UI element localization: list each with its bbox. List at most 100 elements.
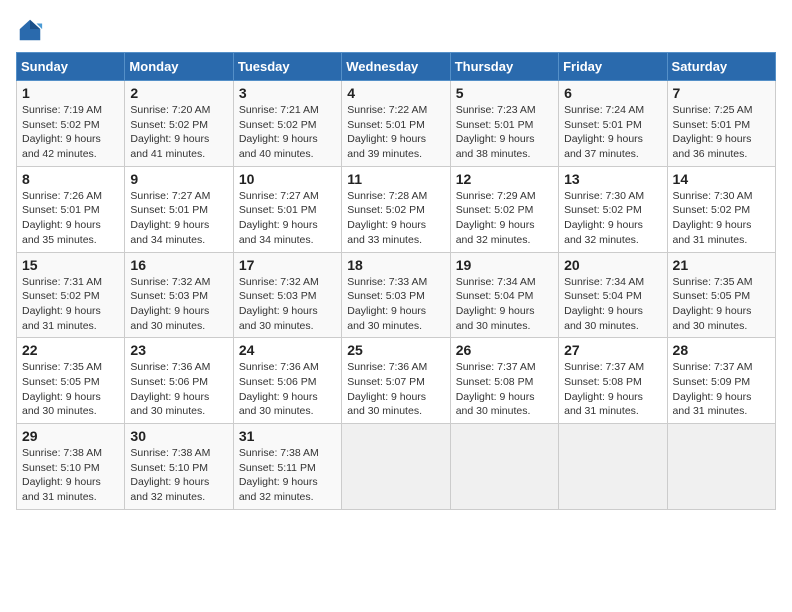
day-number: 15 [22, 257, 119, 273]
calendar-day-cell: 31 Sunrise: 7:38 AMSunset: 5:11 PMDayligh… [233, 424, 341, 510]
calendar-day-cell: 23 Sunrise: 7:36 AMSunset: 5:06 PMDayligh… [125, 338, 233, 424]
calendar-day-cell: 13 Sunrise: 7:30 AMSunset: 5:02 PMDayligh… [559, 166, 667, 252]
calendar-day-cell: 12 Sunrise: 7:29 AMSunset: 5:02 PMDayligh… [450, 166, 558, 252]
calendar-day-cell: 28 Sunrise: 7:37 AMSunset: 5:09 PMDayligh… [667, 338, 775, 424]
day-info: Sunrise: 7:25 AMSunset: 5:01 PMDaylight:… [673, 103, 770, 162]
logo-icon [16, 16, 44, 44]
calendar-day-cell: 8Sunrise: 7:26 AMSunset: 5:01 PMDaylight… [17, 166, 125, 252]
calendar-day-cell: 1 Sunrise: 7:19 AMSunset: 5:02 PMDaylight… [17, 81, 125, 167]
calendar-day-cell: 14 Sunrise: 7:30 AMSunset: 5:02 PMDayligh… [667, 166, 775, 252]
day-number: 29 [22, 428, 119, 444]
day-number: 21 [673, 257, 770, 273]
day-info: Sunrise: 7:36 AMSunset: 5:06 PMDaylight:… [239, 360, 336, 419]
calendar-day-cell [450, 424, 558, 510]
calendar-day-cell: 22Sunrise: 7:35 AMSunset: 5:05 PMDayligh… [17, 338, 125, 424]
calendar-day-cell: 20Sunrise: 7:34 AMSunset: 5:04 PMDayligh… [559, 252, 667, 338]
day-info: Sunrise: 7:27 AMSunset: 5:01 PMDaylight:… [130, 189, 227, 248]
day-number: 25 [347, 342, 444, 358]
calendar-day-cell: 3 Sunrise: 7:21 AMSunset: 5:02 PMDaylight… [233, 81, 341, 167]
day-info: Sunrise: 7:31 AMSunset: 5:02 PMDaylight:… [22, 275, 119, 334]
calendar-week-row: 1 Sunrise: 7:19 AMSunset: 5:02 PMDaylight… [17, 81, 776, 167]
day-info: Sunrise: 7:21 AMSunset: 5:02 PMDaylight:… [239, 103, 336, 162]
calendar-table: SundayMondayTuesdayWednesdayThursdayFrid… [16, 52, 776, 510]
calendar-week-row: 22Sunrise: 7:35 AMSunset: 5:05 PMDayligh… [17, 338, 776, 424]
day-number: 12 [456, 171, 553, 187]
calendar-week-row: 8Sunrise: 7:26 AMSunset: 5:01 PMDaylight… [17, 166, 776, 252]
day-info: Sunrise: 7:27 AMSunset: 5:01 PMDaylight:… [239, 189, 336, 248]
calendar-day-cell: 16 Sunrise: 7:32 AMSunset: 5:03 PMDayligh… [125, 252, 233, 338]
day-number: 1 [22, 85, 119, 101]
day-info: Sunrise: 7:38 AMSunset: 5:11 PMDaylight:… [239, 446, 336, 505]
weekday-header: Sunday [17, 53, 125, 81]
calendar-day-cell: 18Sunrise: 7:33 AMSunset: 5:03 PMDayligh… [342, 252, 450, 338]
calendar-day-cell [667, 424, 775, 510]
calendar-day-cell: 17Sunrise: 7:32 AMSunset: 5:03 PMDayligh… [233, 252, 341, 338]
calendar-day-cell [559, 424, 667, 510]
calendar-day-cell: 24 Sunrise: 7:36 AMSunset: 5:06 PMDayligh… [233, 338, 341, 424]
calendar-day-cell: 11 Sunrise: 7:28 AMSunset: 5:02 PMDayligh… [342, 166, 450, 252]
calendar-day-cell: 7 Sunrise: 7:25 AMSunset: 5:01 PMDaylight… [667, 81, 775, 167]
day-number: 27 [564, 342, 661, 358]
day-info: Sunrise: 7:29 AMSunset: 5:02 PMDaylight:… [456, 189, 553, 248]
calendar-day-cell: 19 Sunrise: 7:34 AMSunset: 5:04 PMDayligh… [450, 252, 558, 338]
day-info: Sunrise: 7:37 AMSunset: 5:08 PMDaylight:… [456, 360, 553, 419]
day-info: Sunrise: 7:35 AMSunset: 5:05 PMDaylight:… [22, 360, 119, 419]
day-info: Sunrise: 7:36 AMSunset: 5:06 PMDaylight:… [130, 360, 227, 419]
day-number: 9 [130, 171, 227, 187]
day-number: 3 [239, 85, 336, 101]
day-info: Sunrise: 7:37 AMSunset: 5:08 PMDaylight:… [564, 360, 661, 419]
day-info: Sunrise: 7:19 AMSunset: 5:02 PMDaylight:… [22, 103, 119, 162]
day-info: Sunrise: 7:38 AMSunset: 5:10 PMDaylight:… [22, 446, 119, 505]
day-number: 31 [239, 428, 336, 444]
calendar-day-cell: 9 Sunrise: 7:27 AMSunset: 5:01 PMDaylight… [125, 166, 233, 252]
day-number: 2 [130, 85, 227, 101]
calendar-day-cell: 30Sunrise: 7:38 AMSunset: 5:10 PMDayligh… [125, 424, 233, 510]
day-number: 4 [347, 85, 444, 101]
day-info: Sunrise: 7:32 AMSunset: 5:03 PMDaylight:… [130, 275, 227, 334]
day-info: Sunrise: 7:35 AMSunset: 5:05 PMDaylight:… [673, 275, 770, 334]
calendar-day-cell: 4Sunrise: 7:22 AMSunset: 5:01 PMDaylight… [342, 81, 450, 167]
day-number: 11 [347, 171, 444, 187]
day-number: 24 [239, 342, 336, 358]
weekday-header: Tuesday [233, 53, 341, 81]
day-info: Sunrise: 7:24 AMSunset: 5:01 PMDaylight:… [564, 103, 661, 162]
day-info: Sunrise: 7:33 AMSunset: 5:03 PMDaylight:… [347, 275, 444, 334]
calendar-day-cell: 21 Sunrise: 7:35 AMSunset: 5:05 PMDayligh… [667, 252, 775, 338]
logo [16, 16, 48, 44]
calendar-day-cell: 6Sunrise: 7:24 AMSunset: 5:01 PMDaylight… [559, 81, 667, 167]
day-info: Sunrise: 7:36 AMSunset: 5:07 PMDaylight:… [347, 360, 444, 419]
day-info: Sunrise: 7:23 AMSunset: 5:01 PMDaylight:… [456, 103, 553, 162]
day-info: Sunrise: 7:28 AMSunset: 5:02 PMDaylight:… [347, 189, 444, 248]
day-info: Sunrise: 7:30 AMSunset: 5:02 PMDaylight:… [673, 189, 770, 248]
day-number: 19 [456, 257, 553, 273]
weekday-header: Wednesday [342, 53, 450, 81]
calendar-week-row: 15 Sunrise: 7:31 AMSunset: 5:02 PMDayligh… [17, 252, 776, 338]
calendar-day-cell [342, 424, 450, 510]
day-info: Sunrise: 7:34 AMSunset: 5:04 PMDaylight:… [456, 275, 553, 334]
calendar-day-cell: 25 Sunrise: 7:36 AMSunset: 5:07 PMDayligh… [342, 338, 450, 424]
weekday-header: Friday [559, 53, 667, 81]
day-number: 5 [456, 85, 553, 101]
page-header [16, 16, 776, 44]
day-info: Sunrise: 7:37 AMSunset: 5:09 PMDaylight:… [673, 360, 770, 419]
day-info: Sunrise: 7:30 AMSunset: 5:02 PMDaylight:… [564, 189, 661, 248]
day-number: 10 [239, 171, 336, 187]
calendar-day-cell: 15 Sunrise: 7:31 AMSunset: 5:02 PMDayligh… [17, 252, 125, 338]
day-number: 13 [564, 171, 661, 187]
day-info: Sunrise: 7:20 AMSunset: 5:02 PMDaylight:… [130, 103, 227, 162]
day-info: Sunrise: 7:38 AMSunset: 5:10 PMDaylight:… [130, 446, 227, 505]
day-number: 14 [673, 171, 770, 187]
day-number: 17 [239, 257, 336, 273]
day-number: 28 [673, 342, 770, 358]
day-number: 7 [673, 85, 770, 101]
weekday-header: Thursday [450, 53, 558, 81]
weekday-header: Saturday [667, 53, 775, 81]
calendar-day-cell: 26Sunrise: 7:37 AMSunset: 5:08 PMDayligh… [450, 338, 558, 424]
day-number: 23 [130, 342, 227, 358]
calendar-day-cell: 5 Sunrise: 7:23 AMSunset: 5:01 PMDaylight… [450, 81, 558, 167]
weekday-header: Monday [125, 53, 233, 81]
calendar-day-cell: 27 Sunrise: 7:37 AMSunset: 5:08 PMDayligh… [559, 338, 667, 424]
day-number: 16 [130, 257, 227, 273]
calendar-day-cell: 2 Sunrise: 7:20 AMSunset: 5:02 PMDaylight… [125, 81, 233, 167]
calendar-header-row: SundayMondayTuesdayWednesdayThursdayFrid… [17, 53, 776, 81]
